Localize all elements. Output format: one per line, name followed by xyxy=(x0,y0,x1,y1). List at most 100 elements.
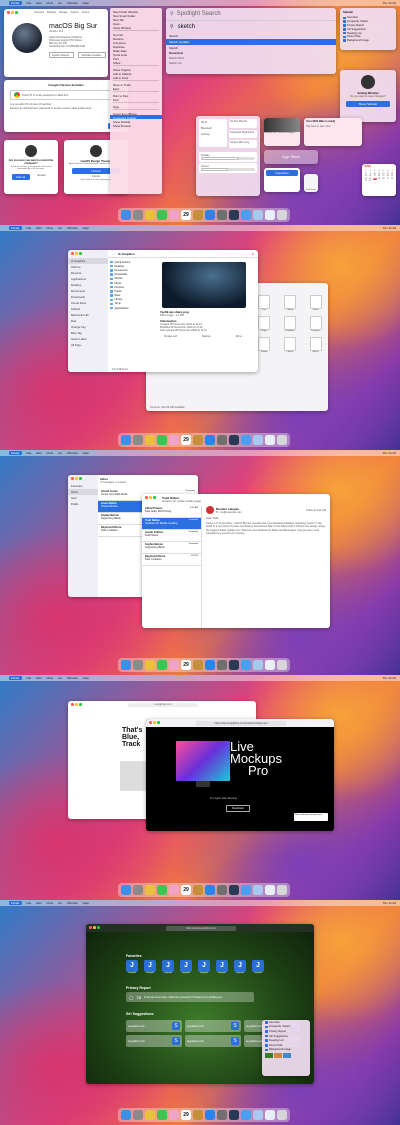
calendar-day[interactable]: 29 xyxy=(364,180,368,182)
markup-button[interactable]: Markup xyxy=(202,335,211,338)
preview-icon[interactable] xyxy=(253,435,263,445)
message-row[interactable]: Todd Dalton Yesterday Invitation for Mobil… xyxy=(142,518,201,530)
menu-item[interactable]: Find xyxy=(110,97,162,102)
steam-icon[interactable] xyxy=(229,885,239,895)
restart-cancel-button[interactable]: Cancel xyxy=(11,174,30,180)
close-button[interactable] xyxy=(71,477,74,480)
photos-icon[interactable] xyxy=(169,660,179,670)
bg-thumb[interactable] xyxy=(265,1053,273,1059)
menu-app-name[interactable]: Finder xyxy=(9,226,22,230)
chrome-icon[interactable] xyxy=(145,660,155,670)
menu-edit[interactable]: Edit xyxy=(36,1,41,5)
favorite-tile[interactable]: Jia-graph xyxy=(144,960,156,974)
spotlight-query[interactable]: sketch xyxy=(178,24,195,30)
system-preferences-icon[interactable] xyxy=(217,660,227,670)
menu-window[interactable]: Window xyxy=(67,676,78,680)
bg-thumb[interactable] xyxy=(283,1053,291,1059)
zoom-button[interactable] xyxy=(79,703,82,706)
favorite-tile[interactable]: Jia-graph xyxy=(126,960,138,974)
tab-support[interactable]: Support xyxy=(70,11,78,14)
launchpad-icon[interactable] xyxy=(133,660,143,670)
menu-item[interactable]: Close Window xyxy=(110,25,162,30)
messages-icon[interactable] xyxy=(157,885,167,895)
minimize-button[interactable] xyxy=(93,926,96,929)
tab-displays[interactable]: Displays xyxy=(47,11,56,14)
tab-storage[interactable]: Storage xyxy=(59,11,67,14)
app-store-icon[interactable] xyxy=(205,1110,215,1120)
minimize-button[interactable] xyxy=(153,721,156,724)
minimize-button[interactable] xyxy=(75,477,78,480)
menu-edit[interactable]: Edit xyxy=(36,451,41,455)
close-button[interactable] xyxy=(89,926,92,929)
menu-edit[interactable]: Edit xyxy=(36,901,41,905)
favorite-tile[interactable]: Jia-graph xyxy=(216,960,228,974)
launchpad-icon[interactable] xyxy=(133,210,143,220)
tab-overview[interactable]: Overview xyxy=(34,11,44,14)
messages-icon[interactable] xyxy=(157,660,167,670)
calendar-day[interactable]: 27 xyxy=(386,178,390,180)
download-button[interactable]: Download xyxy=(226,805,250,812)
preview-icon[interactable] xyxy=(253,885,263,895)
steam-icon[interactable] xyxy=(229,1110,239,1120)
launchpad-icon[interactable] xyxy=(133,885,143,895)
menu-view[interactable]: View xyxy=(47,1,53,5)
safari-url-bar[interactable]: https://www.ia-graphics.com/product/mock… xyxy=(196,720,286,726)
menu-clock[interactable]: Thu 11:22 xyxy=(383,451,396,455)
sidebar-option[interactable]: Background Image xyxy=(340,39,396,43)
zoom-button[interactable] xyxy=(79,477,82,480)
menu-go[interactable]: Go xyxy=(58,1,62,5)
message-row[interactable]: Sophia Nelson Yesterday Supporting iBook xyxy=(142,542,201,554)
zoom-button[interactable] xyxy=(153,496,156,499)
app-store-icon[interactable] xyxy=(205,885,215,895)
message-row[interactable]: Raymond Moore12/1/20Fwd: Invitation xyxy=(142,554,201,566)
calendar-icon[interactable]: 29 xyxy=(181,885,191,895)
messages-icon[interactable] xyxy=(157,210,167,220)
menu-window[interactable]: Window xyxy=(67,226,78,230)
cc-mirroring[interactable]: Screen Mirroring xyxy=(229,140,257,148)
downloads-icon[interactable] xyxy=(265,660,275,670)
file-label[interactable]: Untitled.pages xyxy=(304,190,318,191)
photo-booth-icon[interactable] xyxy=(193,1110,203,1120)
suggestion-card[interactable]: ia-graphics.com S xyxy=(126,1035,182,1047)
cc-dnd[interactable]: Do Not Disturb xyxy=(229,119,257,128)
trash-icon[interactable] xyxy=(277,210,287,220)
photo-booth-icon[interactable] xyxy=(193,435,203,445)
menu-view[interactable]: View xyxy=(47,451,53,455)
file-tile[interactable]: Keynote xyxy=(305,316,326,332)
menu-edit[interactable]: Edit xyxy=(36,226,41,230)
menu-go[interactable]: Go xyxy=(58,676,62,680)
cc-wifi[interactable]: Wi-Fi xyxy=(201,121,225,124)
bg-thumb[interactable] xyxy=(274,1053,282,1059)
trash-icon[interactable] xyxy=(277,1110,287,1120)
calendar-day[interactable]: 25 xyxy=(377,178,381,180)
cc-keyboard[interactable]: Keyboard Brightness xyxy=(229,130,257,138)
menu-item[interactable]: Share xyxy=(110,60,162,65)
mail-icon[interactable] xyxy=(241,885,251,895)
menu-item[interactable]: Tags... xyxy=(110,104,162,109)
menu-app-name[interactable]: Finder xyxy=(9,676,22,680)
sidebar-item[interactable]: All Tags... xyxy=(68,342,108,348)
menu-item[interactable]: Add to Dock xyxy=(110,75,162,80)
favorite-tile[interactable]: Jia-graph xyxy=(162,960,174,974)
system-report-button[interactable]: System Report... xyxy=(49,52,75,58)
menu-window[interactable]: Window xyxy=(67,901,78,905)
file-tile[interactable]: Library xyxy=(280,295,301,311)
zoom-button[interactable] xyxy=(97,926,100,929)
suggestion-card[interactable]: ia-graphics.com S xyxy=(185,1035,241,1047)
menu-window[interactable]: Window xyxy=(67,451,78,455)
file-tile[interactable]: Safari xyxy=(305,295,326,311)
menu-view[interactable]: View xyxy=(47,901,53,905)
menu-file[interactable]: File xyxy=(27,901,32,905)
minimize-button[interactable] xyxy=(75,703,78,706)
downloads-icon[interactable] xyxy=(265,210,275,220)
minimize-button[interactable] xyxy=(75,252,78,255)
menu-item[interactable]: Eject xyxy=(110,86,162,91)
launchpad-icon[interactable] xyxy=(133,435,143,445)
downloads-icon[interactable] xyxy=(265,885,275,895)
folder-row[interactable]: Applications xyxy=(110,306,150,310)
calendar-icon[interactable]: 29 xyxy=(181,435,191,445)
photos-icon[interactable] xyxy=(169,210,179,220)
calendar-day[interactable]: 26 xyxy=(381,178,385,180)
more-button[interactable]: More... xyxy=(235,335,243,338)
favorite-tile[interactable]: Jia-graph xyxy=(252,960,264,974)
